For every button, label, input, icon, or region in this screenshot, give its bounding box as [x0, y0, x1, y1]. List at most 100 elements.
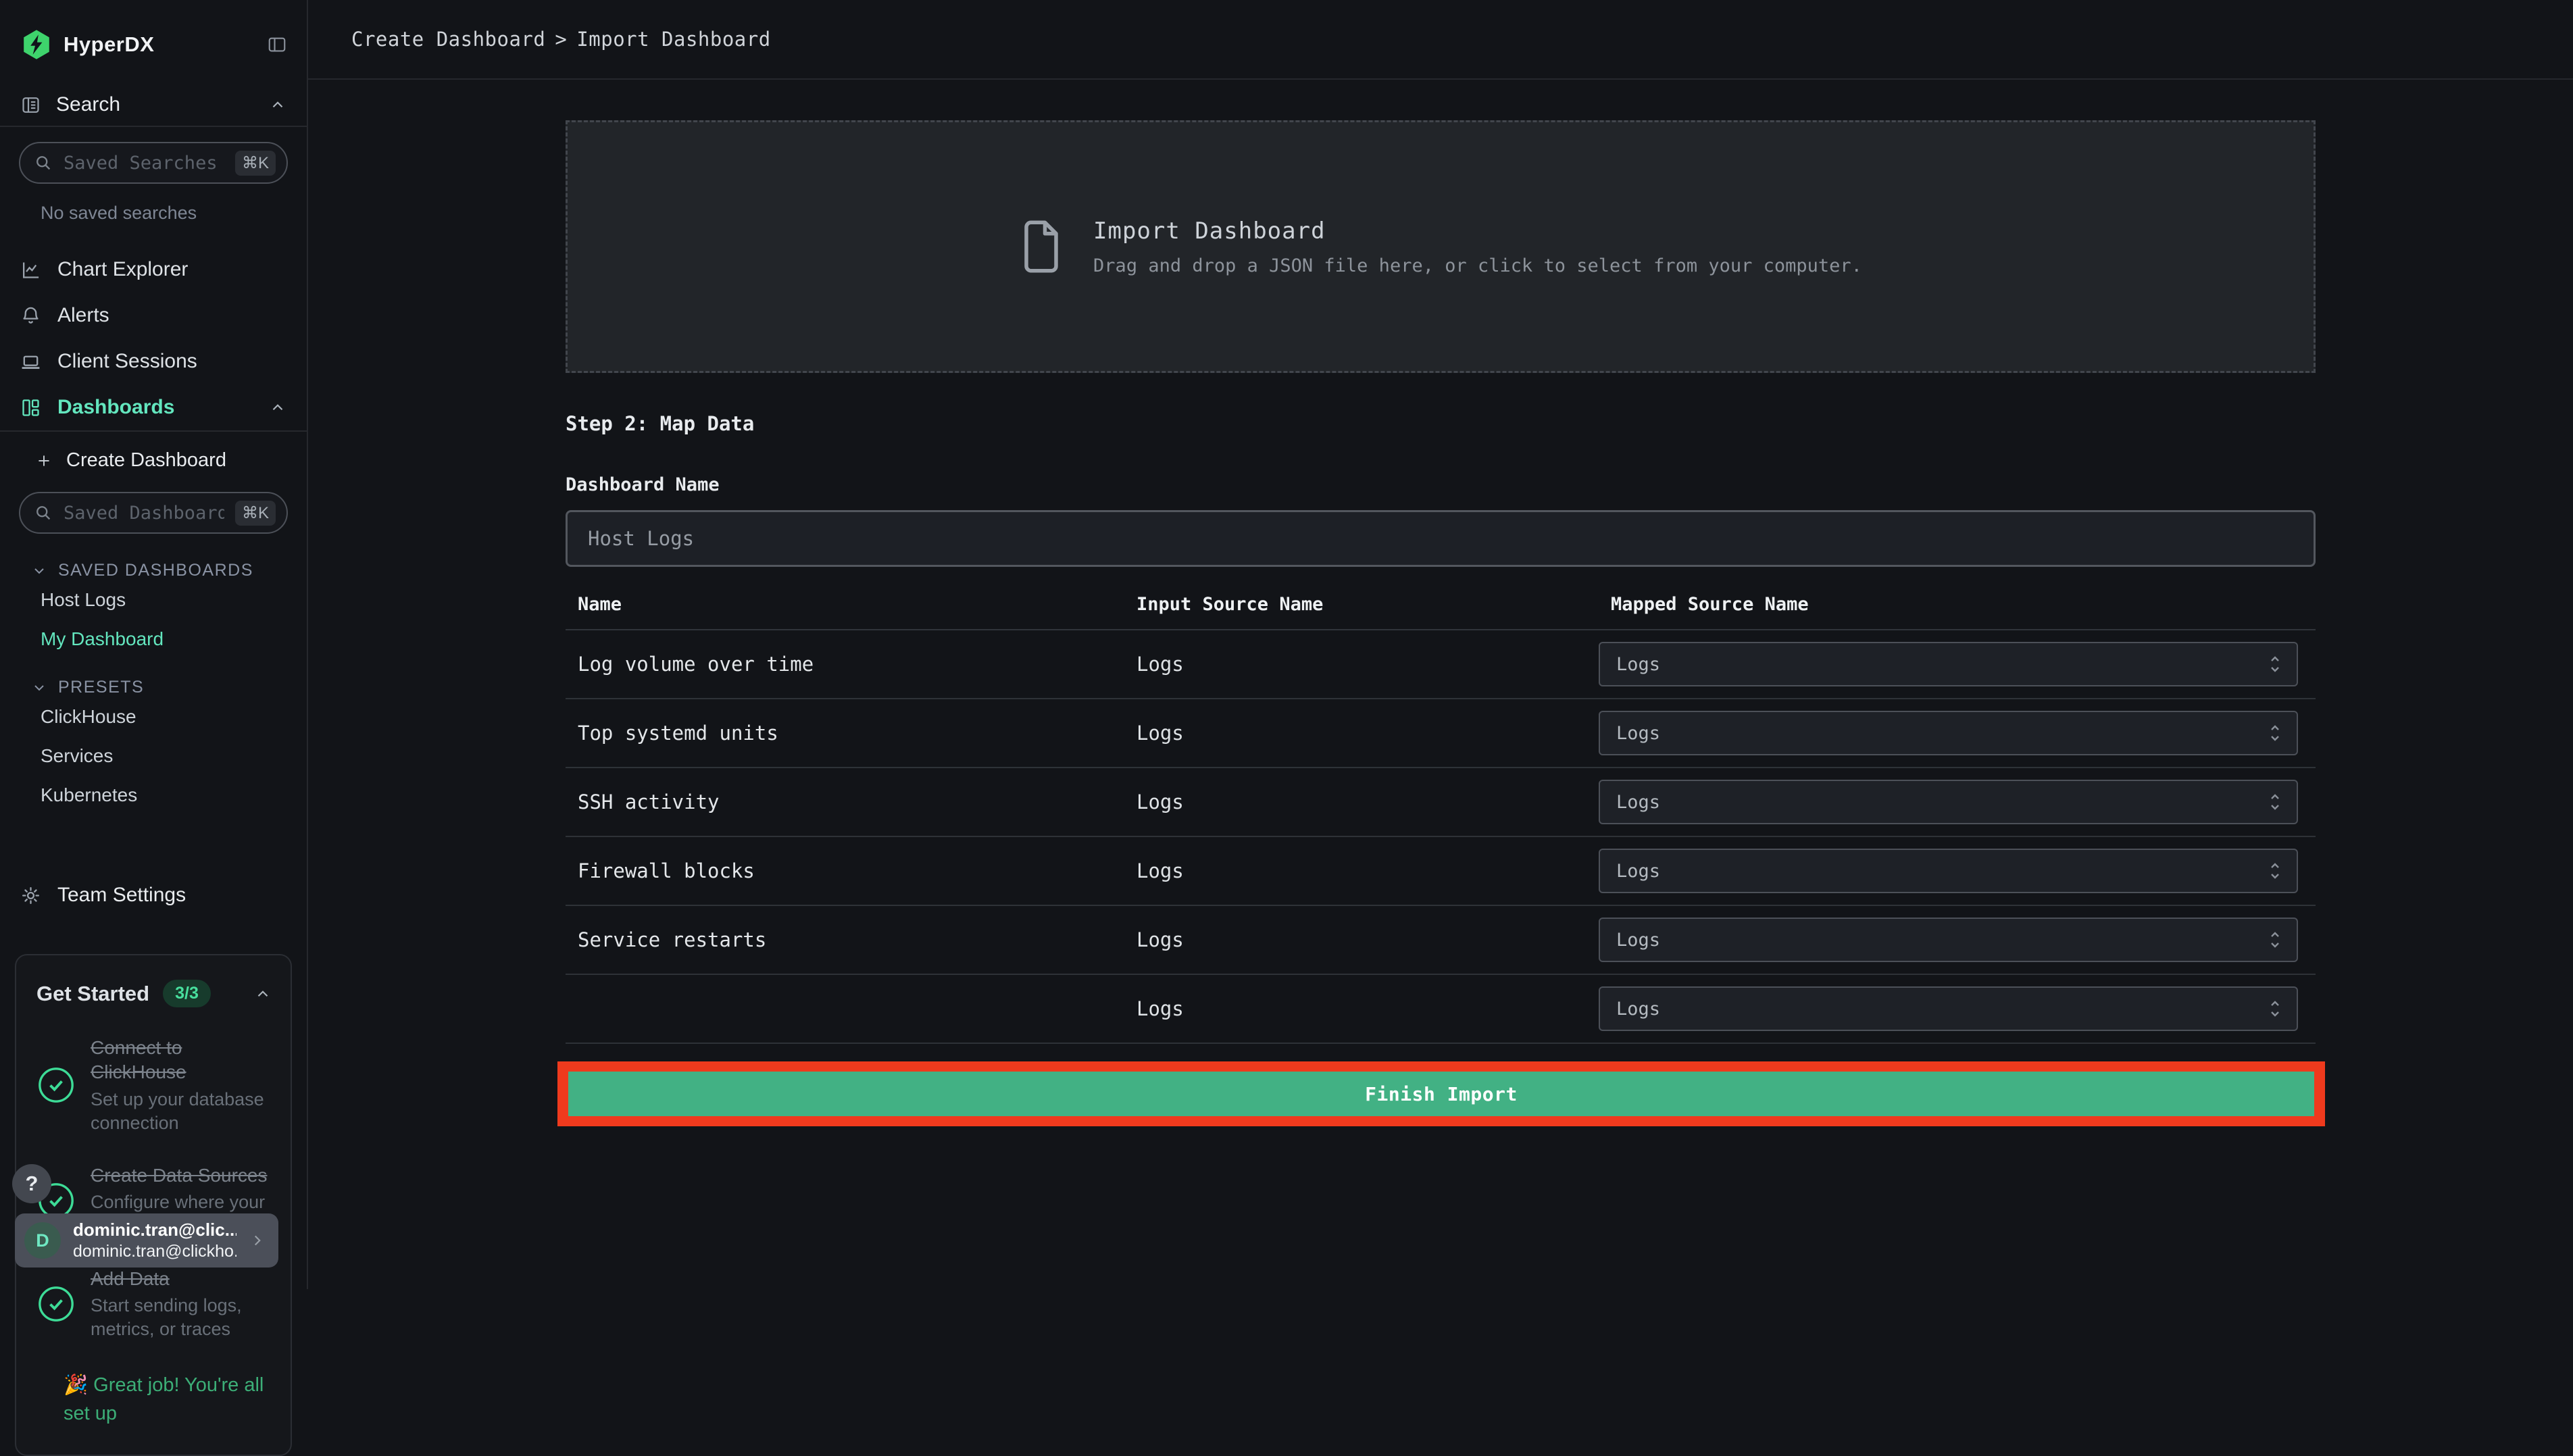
breadcrumb-import-dashboard: Import Dashboard [576, 28, 771, 51]
mapped-source-select[interactable]: Logs [1599, 711, 2298, 755]
get-started-item-desc: Start sending logs, metrics, or traces [91, 1295, 242, 1340]
saved-searches-searchbox[interactable]: ⌘K [19, 142, 288, 184]
sidebar-item-kubernetes[interactable]: Kubernetes [0, 776, 307, 815]
bell-icon [20, 305, 41, 326]
content: Import Dashboard Drag and drop a JSON fi… [308, 80, 2573, 1289]
select-chevrons-icon [2267, 652, 2283, 676]
sidebar-collapse-icon[interactable] [266, 34, 288, 55]
table-row: Log volume over time Logs Logs [566, 630, 2316, 699]
logo-row: HyperDX [0, 0, 307, 84]
get-started-item[interactable]: Connect to ClickHouse Set up your databa… [36, 1036, 272, 1135]
user-menu[interactable]: D dominic.tran@clic... dominic.tran@clic… [15, 1213, 278, 1267]
mapped-source-select[interactable]: Logs [1599, 986, 2298, 1031]
row-input-source: Logs [1136, 928, 1184, 951]
finish-import-button[interactable]: Finish Import [568, 1072, 2314, 1116]
sidebar: HyperDX Search ⌘K No saved se [0, 0, 308, 1456]
table-header-row: Name Input Source Name Mapped Source Nam… [566, 579, 2316, 630]
gear-icon [20, 885, 41, 906]
check-circle-icon [36, 1065, 76, 1105]
avatar: D [24, 1222, 61, 1259]
row-name: Firewall blocks [578, 859, 755, 882]
select-chevrons-icon [2267, 721, 2283, 745]
saved-dashboards-input[interactable] [64, 502, 224, 524]
dropzone-subtitle: Drag and drop a JSON file here, or click… [1093, 255, 1862, 276]
dashboard-name-input[interactable] [566, 510, 2316, 567]
search-section-icon [20, 95, 41, 116]
sidebar-nav: Chart Explorer Alerts Client Sessions Da… [0, 247, 307, 430]
select-chevrons-icon [2267, 859, 2283, 883]
table-row: Firewall blocks Logs Logs [566, 837, 2316, 906]
row-input-source: Logs [1136, 722, 1184, 745]
sidebar-item-client-sessions[interactable]: Client Sessions [0, 338, 307, 384]
sidebar-item-host-logs[interactable]: Host Logs [0, 580, 307, 620]
topbar: Create Dashboard > Import Dashboard [308, 0, 2573, 80]
help-button[interactable]: ? [12, 1164, 51, 1203]
chevron-down-icon [34, 684, 44, 691]
get-started-done-note: 🎉 Great job! You're all set up [64, 1374, 264, 1425]
sidebar-item-clickhouse[interactable]: ClickHouse [0, 697, 307, 736]
shortcut-badge: ⌘K [234, 500, 276, 526]
row-input-source: Logs [1136, 997, 1184, 1020]
get-started-item-desc: Set up your database connection [91, 1088, 264, 1133]
import-dropzone[interactable]: Import Dashboard Drag and drop a JSON fi… [566, 120, 2316, 373]
saved-dashboards-searchbox[interactable]: ⌘K [19, 492, 288, 534]
row-input-source: Logs [1136, 653, 1184, 676]
saved-searches-input[interactable] [64, 152, 224, 174]
mapped-source-select[interactable]: Logs [1599, 642, 2298, 686]
hyperdx-logo-icon [20, 28, 53, 61]
breadcrumb-create-dashboard[interactable]: Create Dashboard [351, 28, 545, 51]
table-row: SSH activity Logs Logs [566, 768, 2316, 837]
search-icon [36, 156, 51, 170]
chevron-up-icon[interactable] [254, 985, 272, 1003]
get-started-progress-badge: 3/3 [163, 980, 211, 1007]
sidebar-item-services[interactable]: Services [0, 736, 307, 776]
laptop-icon [20, 351, 41, 372]
column-header-input-source: Input Source Name [1136, 593, 1324, 615]
sidebar-item-dashboards[interactable]: Dashboards [0, 384, 307, 430]
select-chevrons-icon [2267, 997, 2283, 1021]
chart-explorer-icon [20, 259, 41, 280]
sidebar-item-alerts[interactable]: Alerts [0, 293, 307, 338]
get-started-title: Get Started [36, 981, 150, 1005]
mapping-table: Name Input Source Name Mapped Source Nam… [566, 579, 2316, 1044]
sidebar-item-chart-explorer[interactable]: Chart Explorer [0, 247, 307, 293]
select-chevrons-icon [2267, 790, 2283, 814]
get-started-item-title: Connect to ClickHouse [91, 1037, 186, 1083]
table-row: Service restarts Logs Logs [566, 906, 2316, 975]
presets-header[interactable]: PRESETS [31, 678, 307, 697]
get-started-header[interactable]: Get Started 3/3 [36, 980, 272, 1007]
plus-icon [39, 455, 49, 466]
dashboard-name-label: Dashboard Name [566, 474, 720, 495]
sidebar-item-team-settings[interactable]: Team Settings [0, 874, 307, 916]
mapped-source-select[interactable]: Logs [1599, 780, 2298, 824]
saved-dashboards-header[interactable]: SAVED DASHBOARDS [31, 561, 307, 580]
chevron-up-icon[interactable] [269, 399, 286, 416]
get-started-item[interactable]: Add Data Start sending logs, metrics, or… [36, 1267, 272, 1342]
breadcrumb: Create Dashboard > Import Dashboard [351, 28, 771, 51]
get-started-item-title: Create Data Sources [91, 1164, 268, 1186]
table-row: Top systemd units Logs Logs [566, 699, 2316, 768]
file-icon [1019, 218, 1064, 275]
search-icon [36, 506, 51, 520]
select-chevrons-icon [2267, 928, 2283, 952]
shortcut-badge: ⌘K [234, 150, 276, 176]
row-input-source: Logs [1136, 859, 1184, 882]
step-title: Step 2: Map Data [566, 412, 755, 435]
sidebar-section-search[interactable]: Search [0, 84, 307, 126]
sidebar-item-my-dashboard[interactable]: My Dashboard [0, 620, 307, 659]
mapped-source-select[interactable]: Logs [1599, 849, 2298, 893]
user-email: dominic.tran@clickho... [73, 1242, 236, 1261]
row-name: Service restarts [578, 928, 767, 951]
annotation-highlight-box: Finish Import [557, 1061, 2325, 1126]
chevron-down-icon [34, 568, 44, 574]
mapped-source-select[interactable]: Logs [1599, 918, 2298, 962]
create-dashboard-button[interactable]: Create Dashboard [0, 432, 307, 477]
divider [0, 126, 307, 127]
get-started-item-title: Add Data [91, 1267, 170, 1289]
chevron-up-icon[interactable] [269, 96, 286, 114]
user-name: dominic.tran@clic... [73, 1220, 236, 1240]
no-saved-searches-text: No saved searches [41, 203, 197, 223]
dropzone-title: Import Dashboard [1093, 217, 1326, 245]
chevron-right-icon [249, 1232, 266, 1249]
app-title: HyperDX [64, 32, 155, 56]
